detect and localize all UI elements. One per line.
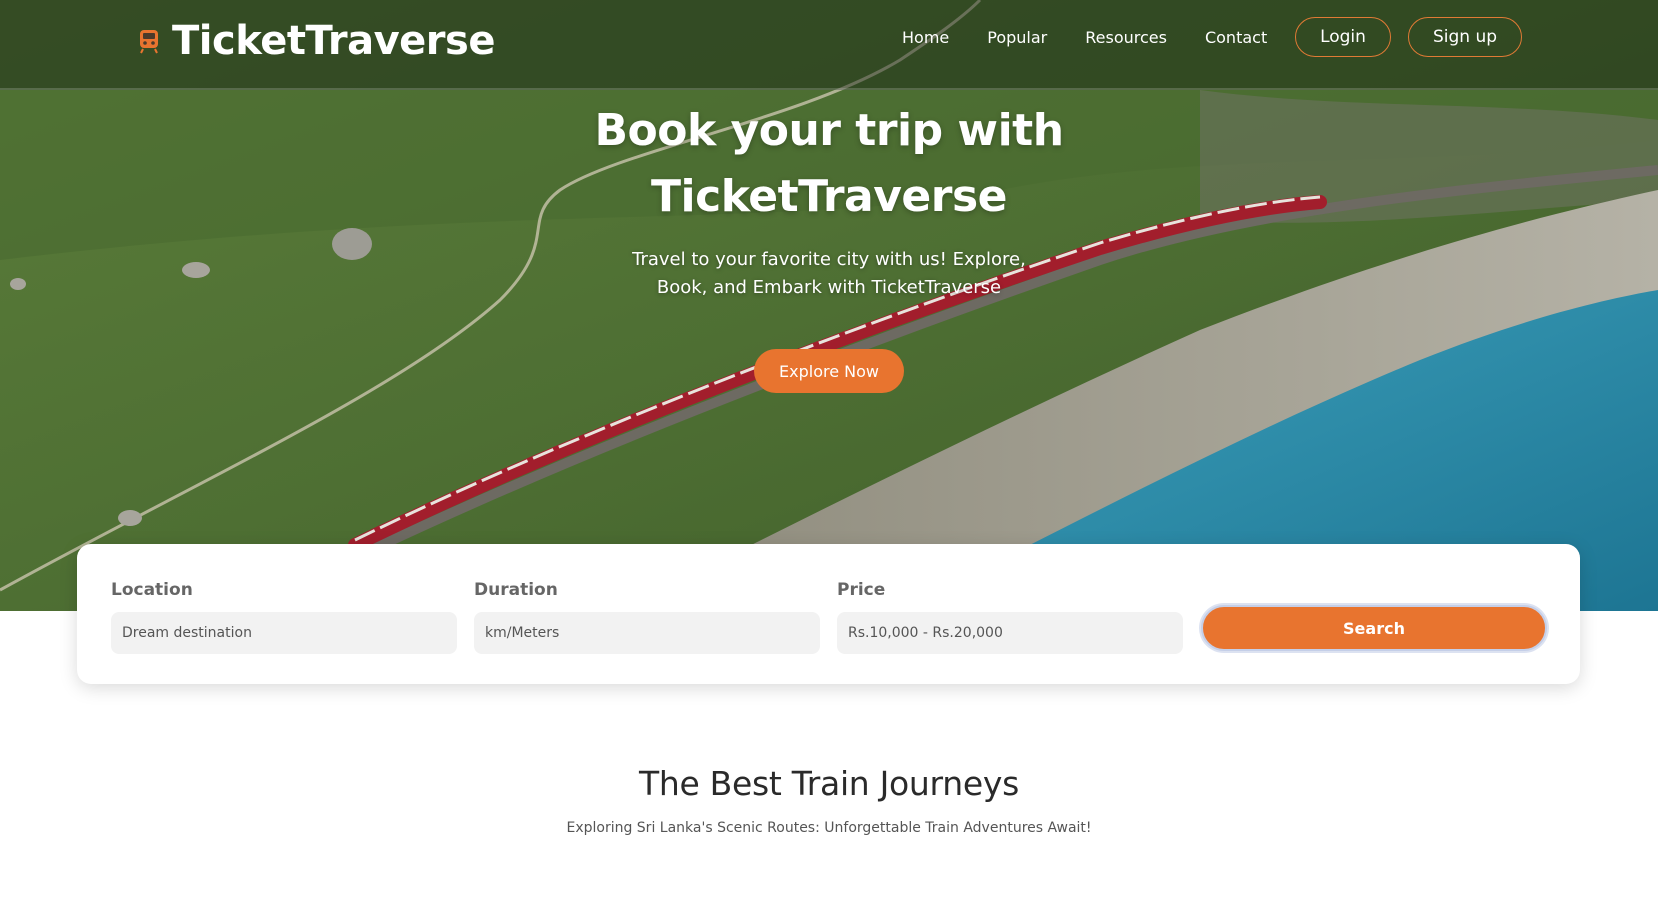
signup-button[interactable]: Sign up [1408,17,1522,57]
train-icon [140,30,158,54]
hero-title-line-1: Book your trip with [594,105,1064,156]
top-navbar: TicketTraverse Home Popular Resources Co… [0,0,1658,90]
price-field: Price [837,580,1183,654]
section-title: The Best Train Journeys [639,764,1019,803]
nav-link-home[interactable]: Home [902,28,949,47]
location-input[interactable] [111,612,457,654]
hero-subtitle: Travel to your favorite city with us! Ex… [632,249,1026,298]
nav-link-resources[interactable]: Resources [1085,28,1167,47]
location-label: Location [111,580,193,600]
search-card: Location Duration Price Search [77,544,1580,684]
hero-section [0,0,1658,611]
nav-link-popular[interactable]: Popular [987,28,1047,47]
nav-links: Home Popular Resources Contact [902,24,1267,50]
price-input[interactable] [837,612,1183,654]
brand-logo[interactable]: TicketTraverse [138,16,495,66]
location-field: Location [111,580,457,654]
duration-field: Duration [474,580,820,654]
hero-background-image [0,0,1658,611]
explore-now-button[interactable]: Explore Now [754,349,904,393]
nav-link-contact[interactable]: Contact [1205,28,1267,47]
search-button[interactable]: Search [1201,605,1547,651]
login-button[interactable]: Login [1295,17,1391,57]
hero-title: Book your trip with TicketTraverse [0,98,1658,230]
duration-input[interactable] [474,612,820,654]
duration-label: Duration [474,580,558,600]
price-label: Price [837,580,886,600]
brand-name: TicketTraverse [172,18,495,64]
hero-title-line-2: TicketTraverse [651,171,1007,222]
section-subtitle: Exploring Sri Lanka's Scenic Routes: Unf… [566,820,1092,836]
